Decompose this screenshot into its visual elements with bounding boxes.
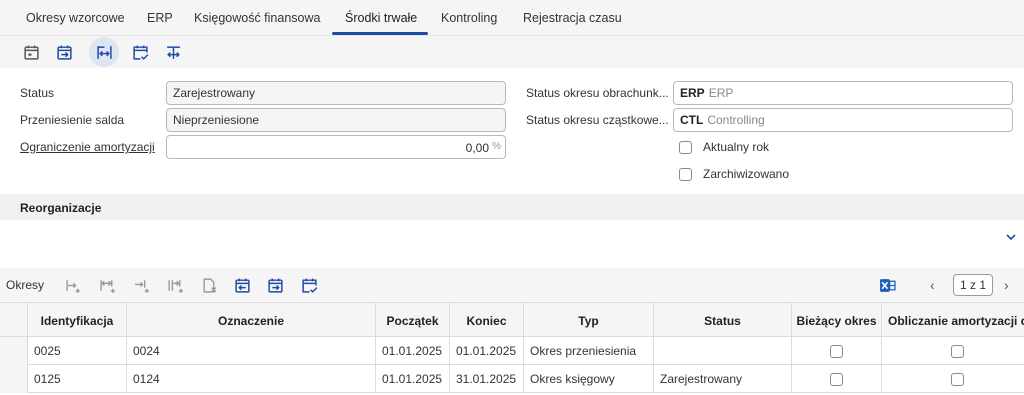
delete-document-icon	[199, 275, 219, 295]
cell-designation: 0124	[126, 365, 375, 393]
cell-id: 0125	[27, 365, 126, 393]
tab-reference-periods[interactable]: Okresy wzorcowe	[26, 11, 125, 25]
active-tab-indicator	[332, 32, 428, 35]
cell-depreciation	[881, 337, 1024, 365]
depreciation-limit-value: 0,00	[465, 141, 489, 155]
periods-toolbar: Okresy	[0, 268, 1024, 302]
reorganization-section-body	[0, 220, 1024, 268]
cell-status	[653, 337, 791, 365]
tab-finance[interactable]: Księgowość finansowa	[194, 11, 320, 25]
insert-between-icon	[97, 275, 117, 295]
archived-label: Zarchiwizowano	[703, 167, 790, 181]
status-label: Status	[20, 86, 55, 100]
periods-table: Identyfikacja Oznaczenie Początek Koniec…	[0, 302, 1024, 395]
period-form: Status Zarejestrowany Przeniesienie sald…	[0, 68, 1024, 194]
periods-title: Okresy	[6, 278, 45, 292]
table-header: Identyfikacja Oznaczenie Początek Koniec…	[0, 302, 1024, 338]
calendar-enter-icon[interactable]	[51, 39, 77, 65]
calendar-back-icon[interactable]	[232, 275, 252, 295]
current-year-label: Aktualny rok	[703, 140, 770, 154]
cell-start: 01.01.2025	[375, 365, 449, 393]
calendar-check-icon[interactable]	[299, 275, 319, 295]
transfer-icon[interactable]	[160, 39, 186, 65]
table-row[interactable]: 0025 0024 01.01.2025 01.01.2025 Okres pr…	[0, 337, 1024, 365]
insert-multiple-icon	[165, 275, 185, 295]
cell-type: Okres księgowy	[523, 365, 653, 393]
calendar-enter-icon[interactable]	[265, 275, 285, 295]
partial-period-status-label: Status okresu cząstkowe...	[526, 113, 669, 127]
tab-fixed-assets[interactable]: Środki trwałe	[345, 11, 417, 25]
row-selector[interactable]	[0, 337, 27, 365]
column-header-start[interactable]: Początek	[375, 303, 449, 338]
calendar-icon[interactable]	[18, 39, 44, 65]
column-span-icon[interactable]	[89, 37, 119, 67]
table-row[interactable]: 0125 0124 01.01.2025 31.01.2025 Okres ks…	[0, 365, 1024, 393]
tab-controlling[interactable]: Kontroling	[441, 11, 497, 25]
cell-start: 01.01.2025	[375, 337, 449, 365]
insert-after-icon	[131, 275, 151, 295]
reorganization-section-header[interactable]: Reorganizacje	[0, 194, 1024, 220]
previous-page-icon[interactable]: ‹	[930, 278, 942, 292]
next-page-icon[interactable]: ›	[1004, 278, 1016, 292]
tab-time-registration[interactable]: Rejestracja czasu	[523, 11, 622, 25]
cell-status: Zarejestrowany	[653, 365, 791, 393]
column-header-end[interactable]: Koniec	[449, 303, 523, 338]
excel-export-icon[interactable]	[877, 275, 897, 295]
tab-erp[interactable]: ERP	[147, 11, 173, 25]
cell-type: Okres przeniesienia	[523, 337, 653, 365]
cell-id: 0025	[27, 337, 126, 365]
depreciation-checkbox[interactable]	[951, 344, 964, 358]
calendar-check-icon[interactable]	[127, 39, 153, 65]
column-header-designation[interactable]: Oznaczenie	[126, 303, 375, 338]
accounting-period-status-code: ERP	[680, 86, 705, 100]
cell-designation: 0024	[126, 337, 375, 365]
depreciation-limit-field[interactable]: 0,00 %	[166, 135, 506, 159]
tab-bar: Okresy wzorcowe ERP Księgowość finansowa…	[0, 0, 1024, 36]
cell-depreciation	[881, 365, 1024, 393]
column-header-type[interactable]: Typ	[523, 303, 653, 338]
page-indicator: 1 z 1	[953, 274, 993, 296]
cell-end: 31.01.2025	[449, 365, 523, 393]
column-header-current-period[interactable]: Bieżący okres	[791, 303, 881, 338]
depreciation-limit-label: Ograniczenie amortyzacji	[20, 140, 155, 154]
depreciation-checkbox[interactable]	[951, 372, 964, 386]
partial-period-status-code: CTL	[680, 113, 704, 127]
column-header-depreciation[interactable]: Obliczanie amortyzacji do	[881, 303, 1024, 338]
insert-before-icon	[63, 275, 83, 295]
balance-transfer-field: Nieprzeniesione	[166, 108, 506, 132]
current-year-checkbox[interactable]	[679, 141, 692, 154]
column-header-id[interactable]: Identyfikacja	[27, 303, 126, 338]
select-column-header	[0, 303, 27, 338]
cell-current-period	[791, 365, 881, 393]
accounting-period-status-label: Status okresu obrachunk...	[526, 86, 669, 100]
cell-current-period	[791, 337, 881, 365]
partial-period-status-field[interactable]: CTL Controlling	[673, 108, 1013, 132]
partial-period-status-desc: Controlling	[707, 113, 765, 127]
current-period-checkbox[interactable]	[830, 344, 843, 358]
column-header-status[interactable]: Status	[653, 303, 791, 338]
row-selector[interactable]	[0, 365, 27, 393]
cell-end: 01.01.2025	[449, 337, 523, 365]
accounting-period-status-desc: ERP	[708, 86, 734, 100]
current-period-checkbox[interactable]	[830, 372, 843, 386]
balance-transfer-label: Przeniesienie salda	[20, 113, 125, 127]
chevron-down-icon[interactable]	[1004, 230, 1018, 244]
percent-unit: %	[492, 141, 501, 152]
status-field: Zarejestrowany	[166, 81, 506, 105]
archived-checkbox[interactable]	[679, 168, 692, 181]
reorganization-title: Reorganizacje	[20, 201, 102, 215]
accounting-period-status-field[interactable]: ERP ERP	[673, 81, 1013, 105]
toolbar	[0, 36, 1024, 68]
